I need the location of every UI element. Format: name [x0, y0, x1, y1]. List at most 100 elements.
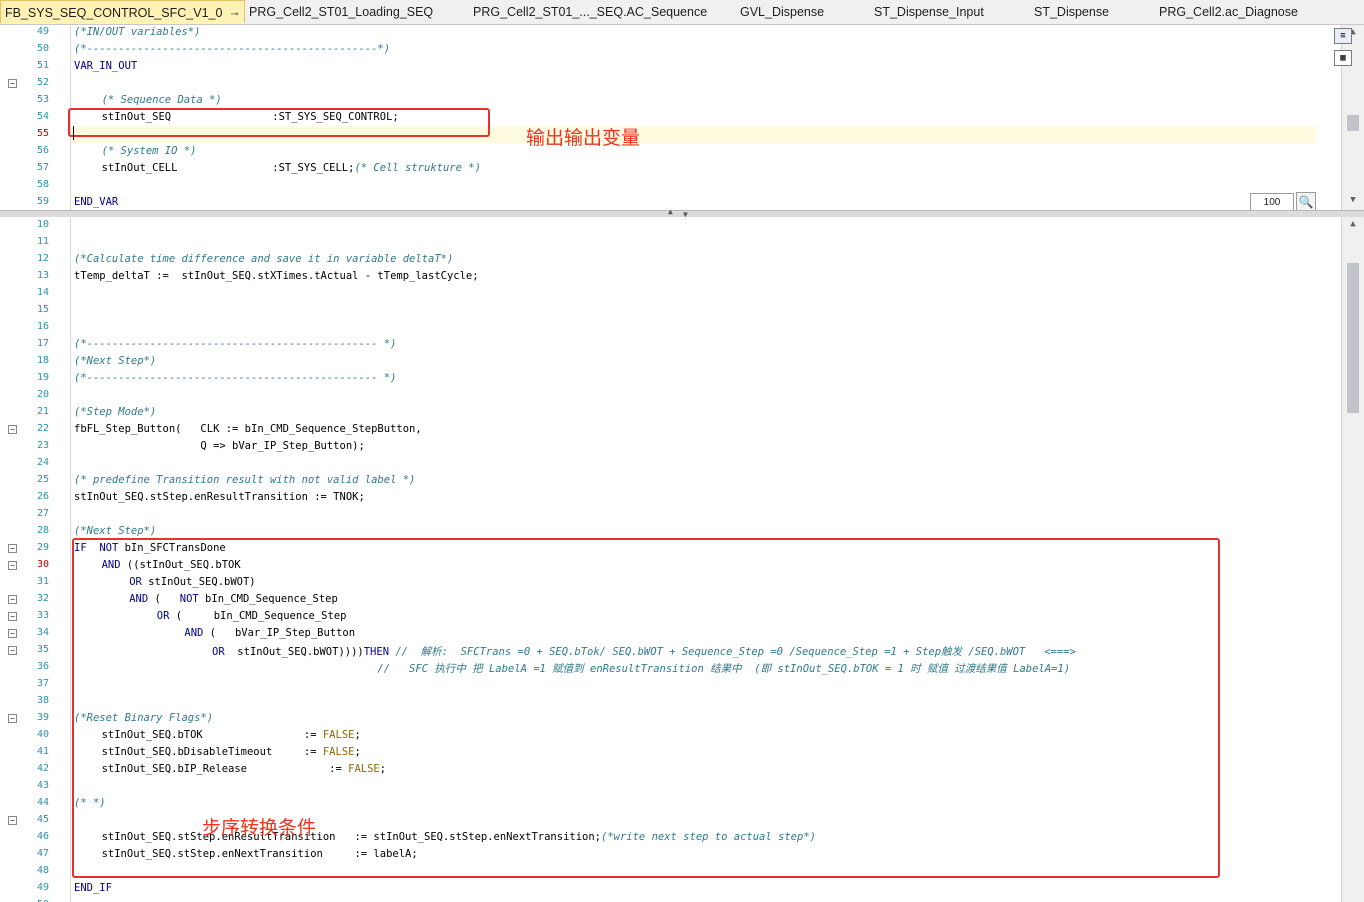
line-number: 38	[36, 695, 49, 706]
comment: (* Cell strukture *)	[354, 162, 481, 174]
line-number: 47	[36, 848, 49, 859]
collapse-icon[interactable]: −	[8, 816, 17, 825]
line-number: 37	[36, 678, 49, 689]
line-number: 56	[36, 145, 49, 156]
line-number: 42	[36, 763, 49, 774]
code-text: stInOut_CELL :ST_SYS_CELL;	[101, 162, 355, 174]
comment: (*Next Step*)	[74, 355, 157, 367]
line-number: 10	[36, 219, 49, 230]
pin-icon[interactable]: ⊸	[230, 2, 238, 23]
code-line[interactable]: (*IN/OUT variables*)	[74, 26, 200, 38]
tab-bar: FB_SYS_SEQ_CONTROL_SFC_V1_0⊸✕ PRG_Cell2_…	[0, 0, 1364, 25]
code-line[interactable]: (* System IO *)	[102, 145, 197, 157]
text-caret	[73, 126, 74, 140]
scrollbar-thumb[interactable]	[1347, 115, 1359, 131]
tab-label: PRG_Cell2.ac_Diagnose	[1159, 5, 1298, 19]
line-number: 21	[36, 406, 49, 417]
comment: (*Step Mode*)	[74, 406, 157, 418]
line-number: 24	[36, 457, 49, 468]
table-view-icon[interactable]: ▦	[1334, 50, 1352, 66]
collapse-icon[interactable]: −	[8, 595, 17, 604]
line-number: 25	[36, 474, 49, 485]
code-line[interactable]: tTemp_deltaT := stInOut_SEQ.stXTimes.tAc…	[74, 270, 479, 282]
comment: (*Calculate time difference and save it …	[74, 253, 454, 265]
scrollbar-thumb[interactable]	[1347, 263, 1359, 413]
code-line[interactable]: (*Step Mode*)	[74, 406, 156, 418]
collapse-icon[interactable]: −	[8, 561, 17, 570]
line-number: 48	[36, 865, 49, 876]
annotation-step-transition: 步序转换条件	[202, 817, 317, 839]
tab-label: PRG_Cell2_ST01_Loading_SEQ	[249, 5, 434, 19]
tab-st-dispense[interactable]: ST_Dispense	[1034, 0, 1144, 24]
line-number: 44	[36, 797, 49, 808]
code-line[interactable]: END_IF	[74, 882, 112, 894]
tab-label: FB_SYS_SEQ_CONTROL_SFC_V1_0	[5, 6, 223, 20]
code-text: stInOut_SEQ.stStep.enResultTransition :=…	[74, 491, 365, 503]
comment: (* Sequence Data *)	[101, 94, 222, 106]
keyword: END_VAR	[74, 196, 119, 208]
tab-prg-cell2-ac-diagnose[interactable]: PRG_Cell2.ac_Diagnose	[1159, 0, 1339, 24]
code-text: fbFL_Step_Button( CLK := bIn_CMD_Sequenc…	[74, 423, 422, 435]
line-number: 19	[36, 372, 49, 383]
keyword: END_IF	[74, 882, 112, 894]
keyword: VAR_IN_OUT	[74, 60, 138, 72]
implementation-scrollbar[interactable]: ▲	[1341, 217, 1364, 902]
line-number: 27	[36, 508, 49, 519]
line-number: 46	[36, 831, 49, 842]
line-number: 20	[36, 389, 49, 400]
collapse-icon[interactable]: −	[8, 425, 17, 434]
scroll-down-icon[interactable]: ▼	[1342, 195, 1364, 205]
tab-prg-cell2-ac-sequence[interactable]: PRG_Cell2_ST01_..._SEQ.AC_Sequence	[473, 0, 733, 24]
code-line[interactable]: (*--------------------------------------…	[74, 338, 396, 350]
line-number: 59	[36, 196, 49, 207]
zoom-icon[interactable]: 🔍	[1296, 192, 1316, 212]
code-line[interactable]: stInOut_SEQ.stStep.enResultTransition :=…	[74, 491, 365, 503]
line-number: 54	[36, 111, 49, 122]
line-number: 53	[36, 94, 49, 105]
annotation-in-out-variable: 输出输出变量	[526, 127, 641, 149]
code-line[interactable]: (*Next Step*)	[74, 355, 156, 367]
comment: (*IN/OUT variables*)	[74, 26, 201, 38]
line-number: 18	[36, 355, 49, 366]
code-line[interactable]: stInOut_CELL :ST_SYS_CELL;(* Cell strukt…	[102, 162, 481, 174]
tab-gvl-dispense[interactable]: GVL_Dispense	[740, 0, 865, 24]
scroll-up-icon[interactable]: ▲	[1342, 219, 1364, 229]
code-line[interactable]: fbFL_Step_Button( CLK := bIn_CMD_Sequenc…	[74, 423, 422, 435]
line-number: 17	[36, 338, 49, 349]
code-line[interactable]: (*--------------------------------------…	[74, 372, 396, 384]
line-number: 16	[36, 321, 49, 332]
code-line[interactable]: (* predefine Transition result with not …	[74, 474, 415, 486]
tab-st-dispense-input[interactable]: ST_Dispense_Input	[874, 0, 1024, 24]
line-number: 55	[36, 128, 49, 139]
zoom-level[interactable]: 100	[1250, 193, 1294, 211]
collapse-icon[interactable]: −	[8, 629, 17, 638]
line-number: 36	[36, 661, 49, 672]
chevron-up-icon[interactable]: ▲	[668, 207, 673, 216]
tab-fb-sys-seq-control[interactable]: FB_SYS_SEQ_CONTROL_SFC_V1_0⊸✕	[0, 0, 245, 23]
line-number: 15	[36, 304, 49, 315]
code-line[interactable]: Q => bVar_IP_Step_Button);	[74, 440, 365, 452]
code-line[interactable]: (*Next Step*)	[74, 525, 156, 537]
outline-icon[interactable]: ≡	[1334, 28, 1352, 44]
code-text: Q => bVar_IP_Step_Button);	[74, 440, 365, 452]
code-line[interactable]: (*Calculate time difference and save it …	[74, 253, 453, 265]
collapse-icon[interactable]: −	[8, 612, 17, 621]
line-number: 41	[36, 746, 49, 757]
line-number: 11	[36, 236, 49, 247]
highlight-box-variable	[68, 108, 490, 137]
collapse-icon[interactable]: −	[8, 714, 17, 723]
code-line[interactable]: (*--------------------------------------…	[74, 43, 390, 55]
tab-label: ST_Dispense_Input	[874, 5, 984, 19]
line-number: 23	[36, 440, 49, 451]
code-line[interactable]: END_VAR	[74, 196, 118, 208]
line-number: 49	[36, 882, 49, 893]
collapse-icon[interactable]: −	[8, 544, 17, 553]
line-number: 40	[36, 729, 49, 740]
comment: (* System IO *)	[101, 145, 197, 157]
line-number: 31	[36, 576, 49, 587]
tab-prg-cell2-st01-loading-seq[interactable]: PRG_Cell2_ST01_Loading_SEQ	[249, 0, 464, 24]
collapse-icon[interactable]: −	[8, 79, 17, 88]
collapse-icon[interactable]: −	[8, 646, 17, 655]
code-line[interactable]: (* Sequence Data *)	[102, 94, 222, 106]
code-line[interactable]: VAR_IN_OUT	[74, 60, 137, 72]
